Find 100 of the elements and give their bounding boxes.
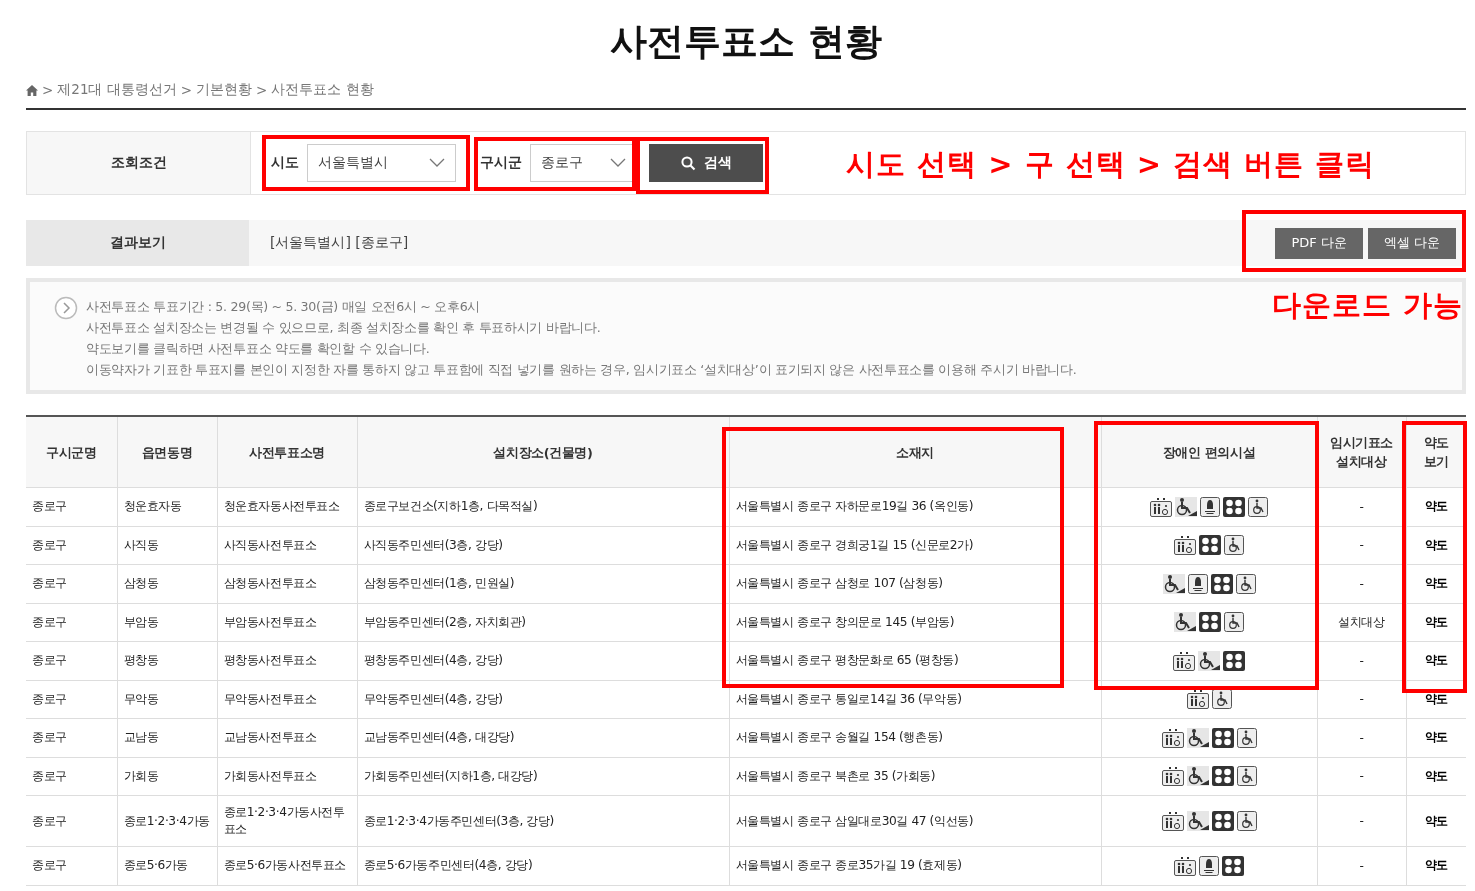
wheelchair-ramp-icon bbox=[1186, 811, 1209, 831]
table-cell: 종로구 bbox=[26, 795, 117, 847]
table-cell: 서울특별시 종로구 삼청로 107 (삼청동) bbox=[729, 564, 1101, 603]
braille-icon bbox=[1222, 855, 1244, 876]
table-cell: 가회동사전투표소 bbox=[217, 757, 357, 796]
table-cell: 종로구 bbox=[26, 603, 117, 642]
column-header: 소재지 bbox=[729, 416, 1101, 488]
table-cell: - bbox=[1317, 564, 1406, 603]
table-cell: - bbox=[1317, 680, 1406, 719]
table-cell: 종로5·6가동주민센터(4층, 강당) bbox=[357, 846, 729, 885]
download-button[interactable]: PDF 다운 bbox=[1275, 227, 1363, 259]
download-button[interactable]: 엑셀 다운 bbox=[1367, 227, 1456, 259]
column-header: 구시군명 bbox=[26, 416, 117, 488]
table-cell: 서울특별시 종로구 북촌로 35 (가회동) bbox=[729, 757, 1101, 796]
table-cell: 종로구보건소(지하1층, 다목적실) bbox=[357, 487, 729, 526]
field-label: 시도 bbox=[271, 154, 299, 172]
table-cell: 삼청동 bbox=[117, 564, 217, 603]
table-cell: 서울특별시 종로구 통일로14길 36 (무악동) bbox=[729, 680, 1101, 719]
table-cell: 서울특별시 종로구 송월길 154 (행촌동) bbox=[729, 718, 1101, 757]
restroom-icon bbox=[1161, 811, 1184, 831]
braille-icon bbox=[1211, 727, 1234, 748]
wheelchair-ramp-icon bbox=[1186, 727, 1209, 748]
braille-icon bbox=[1211, 811, 1234, 831]
breadcrumb-link[interactable]: 기본현황 bbox=[196, 81, 253, 99]
map-link[interactable]: 약도 bbox=[1424, 691, 1448, 706]
map-link[interactable]: 약도 bbox=[1424, 768, 1448, 783]
table-cell: - bbox=[1317, 641, 1406, 680]
breadcrumb-separator: > bbox=[256, 82, 268, 98]
map-link[interactable]: 약도 bbox=[1424, 858, 1448, 873]
map-link[interactable]: 약도 bbox=[1424, 813, 1448, 828]
table-cell: 종로1·2·3·4가동사전투표소 bbox=[217, 795, 357, 847]
restroom-icon bbox=[1161, 766, 1184, 787]
restroom-icon bbox=[1150, 496, 1172, 517]
wheelchair-icon bbox=[1236, 811, 1257, 831]
table-cell: 평창동사전투표소 bbox=[217, 641, 357, 680]
wheelchair-ramp-icon bbox=[1186, 766, 1209, 787]
map-link[interactable]: 약도 bbox=[1424, 653, 1448, 668]
table-cell: 종로구 bbox=[26, 718, 117, 757]
bell-icon bbox=[1187, 573, 1208, 594]
table-cell: - bbox=[1317, 718, 1406, 757]
column-header: 사전투표소명 bbox=[217, 416, 357, 488]
dropdown[interactable]: 서울특별시 bbox=[307, 144, 456, 182]
table-cell: 종로구 bbox=[26, 564, 117, 603]
page-title: 사전투표소 현황 bbox=[609, 19, 883, 65]
chevron-circle-icon bbox=[54, 296, 78, 320]
table-cell: - bbox=[1317, 795, 1406, 847]
breadcrumb-separator: > bbox=[42, 82, 54, 98]
table-cell: 종로구 bbox=[26, 526, 117, 565]
map-link[interactable]: 약도 bbox=[1424, 576, 1448, 591]
wheelchair-icon bbox=[1236, 727, 1257, 748]
chevron-down-icon bbox=[429, 158, 445, 168]
table-cell: 교남동주민센터(4층, 대강당) bbox=[357, 718, 729, 757]
table-cell: 서울특별시 종로구 종로35가길 19 (효제동) bbox=[729, 846, 1101, 885]
map-link[interactable]: 약도 bbox=[1424, 614, 1448, 629]
annotation-text: 다운로드 가능 bbox=[1271, 287, 1463, 324]
search-button[interactable]: 검색 bbox=[649, 144, 763, 182]
wheelchair-ramp-icon bbox=[1175, 496, 1197, 517]
breadcrumb-link[interactable]: 사전투표소 현황 bbox=[271, 81, 374, 99]
wheelchair-icon bbox=[1236, 766, 1257, 787]
restroom-icon bbox=[1174, 855, 1196, 876]
map-link[interactable]: 약도 bbox=[1424, 537, 1448, 552]
table-cell: 사직동주민센터(3층, 강당) bbox=[357, 526, 729, 565]
table-cell: 종로구 bbox=[26, 846, 117, 885]
restroom-icon bbox=[1173, 650, 1195, 671]
restroom-icon bbox=[1186, 689, 1209, 710]
table-cell: 가회동 bbox=[117, 757, 217, 796]
braille-icon bbox=[1223, 650, 1245, 671]
table-cell: 종로구 bbox=[26, 757, 117, 796]
breadcrumb-link[interactable]: 제21대 대통령선거 bbox=[57, 81, 177, 99]
table-cell: 종로구 bbox=[26, 641, 117, 680]
table-cell: 가회동주민센터(지하1층, 대강당) bbox=[357, 757, 729, 796]
wheelchair-ramp-icon bbox=[1198, 650, 1220, 671]
notice-text: 사전투표소 설치장소는 변경될 수 있으므로, 최종 설치장소를 확인 후 투표하시기 바랍니다. bbox=[86, 319, 602, 337]
table-cell: 서울특별시 종로구 자하문로19길 36 (옥인동) bbox=[729, 487, 1101, 526]
wheelchair-icon bbox=[1235, 573, 1256, 594]
table-cell: 사직동사전투표소 bbox=[217, 526, 357, 565]
bell-icon bbox=[1200, 496, 1220, 517]
restroom-icon bbox=[1161, 727, 1184, 748]
notice-text: 사전투표소 투표기간 : 5. 29(목) ~ 5. 30(금) 매일 오전6시 ~ 오후6시 bbox=[86, 298, 482, 316]
table-cell: 종로구 bbox=[26, 680, 117, 719]
result-value: [서울특별시] [종로구] bbox=[270, 234, 409, 252]
table-cell: 교남동 bbox=[117, 718, 217, 757]
table-cell: 삼청동주민센터(1층, 민원실) bbox=[357, 564, 729, 603]
wheelchair-icon bbox=[1248, 496, 1268, 517]
braille-icon bbox=[1199, 612, 1221, 633]
home-icon[interactable] bbox=[26, 84, 38, 96]
braille-icon bbox=[1223, 496, 1245, 517]
table-cell: 평창동 bbox=[117, 641, 217, 680]
table-cell: 종로5·6가동 bbox=[117, 846, 217, 885]
map-link[interactable]: 약도 bbox=[1424, 499, 1448, 514]
table-cell: 무악동 bbox=[117, 680, 217, 719]
braille-icon bbox=[1199, 535, 1221, 556]
table-cell: 청운효자동 bbox=[117, 487, 217, 526]
table-cell: - bbox=[1317, 846, 1406, 885]
table-cell: 서울특별시 종로구 평창문화로 65 (평창동) bbox=[729, 641, 1101, 680]
wheelchair-icon bbox=[1224, 535, 1244, 556]
braille-icon bbox=[1211, 766, 1234, 787]
table-cell: - bbox=[1317, 526, 1406, 565]
map-link[interactable]: 약도 bbox=[1424, 730, 1448, 745]
wheelchair-icon bbox=[1211, 689, 1232, 710]
